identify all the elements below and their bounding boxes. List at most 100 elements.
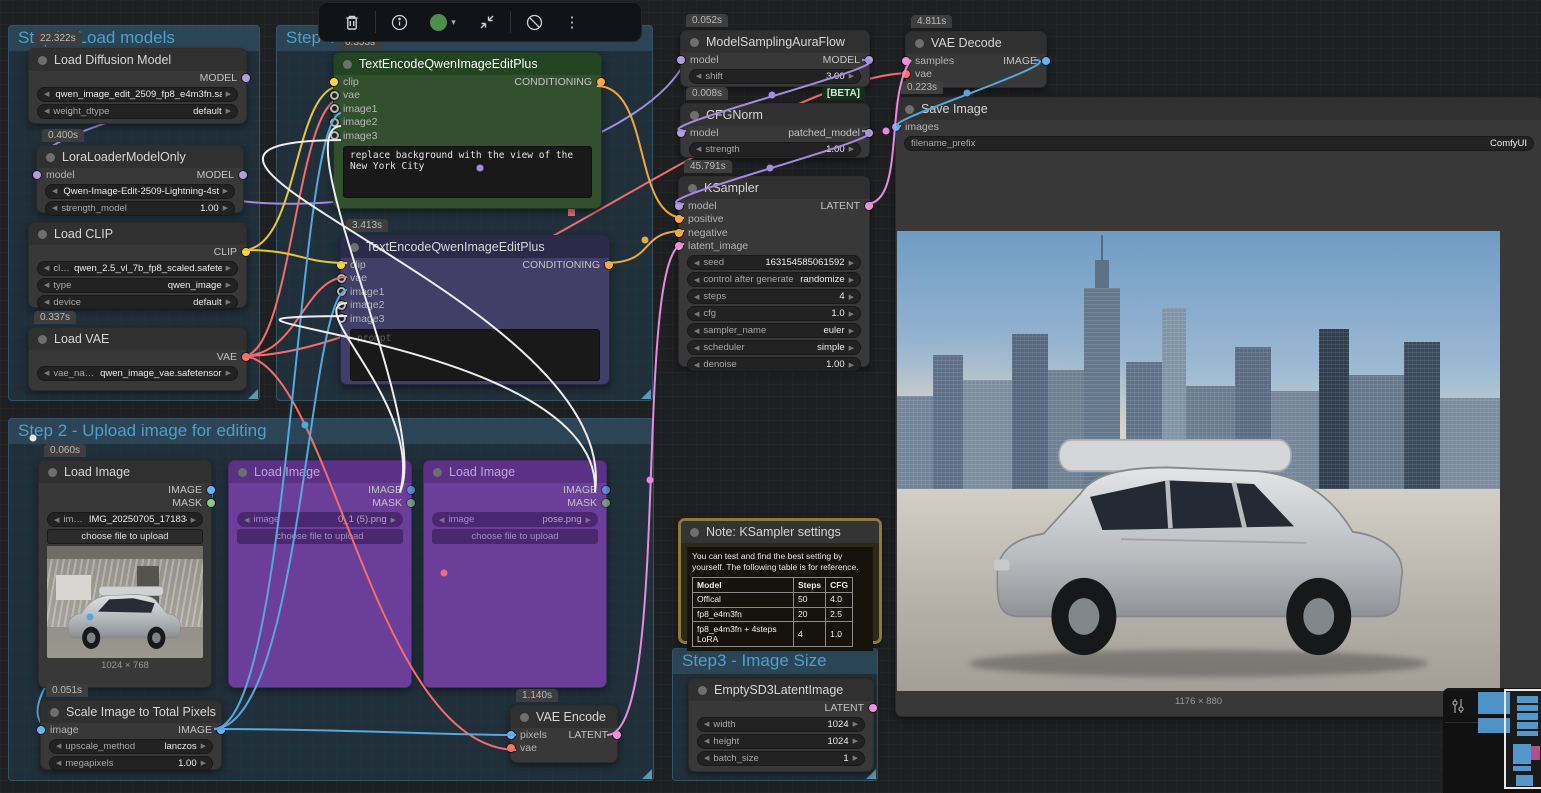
node-title-bar[interactable]: Load CLIP <box>29 223 246 245</box>
control-after-generate-widget[interactable]: ◀control after generaterandomize▶ <box>687 272 861 287</box>
more-options-button[interactable]: ⋮ <box>562 12 582 32</box>
minimap-settings-button[interactable] <box>1451 698 1465 719</box>
next-arrow[interactable]: ▶ <box>223 204 228 212</box>
model-output-port[interactable] <box>865 56 873 64</box>
node-title-bar[interactable]: EmptySD3LatentImage <box>689 679 873 701</box>
prev-arrow[interactable]: ◀ <box>44 107 49 115</box>
collapse-dot-icon[interactable] <box>688 184 697 193</box>
minimap-panel[interactable] <box>1443 688 1541 793</box>
prev-arrow[interactable]: ◀ <box>694 293 699 301</box>
collapse-dot-icon[interactable] <box>433 468 442 477</box>
node-load-diffusion-model[interactable]: 22.322s Load Diffusion Model MODEL ◀qwen… <box>28 48 247 124</box>
prev-arrow[interactable]: ◀ <box>44 369 49 377</box>
collapse-dot-icon[interactable] <box>905 105 914 114</box>
node-title-bar[interactable]: VAE Decode <box>906 32 1046 54</box>
prev-arrow[interactable]: ◀ <box>694 327 699 335</box>
collapse-dot-icon[interactable] <box>690 111 699 120</box>
image2-input-port[interactable] <box>337 301 346 310</box>
image-output-port[interactable] <box>217 726 225 734</box>
node-title-bar[interactable]: Load VAE <box>29 328 246 350</box>
latent-output-port[interactable] <box>613 731 621 739</box>
model-output-port[interactable] <box>239 171 247 179</box>
image-combo[interactable]: ◀image0_1 (5).png▶ <box>237 512 403 527</box>
prev-arrow[interactable]: ◀ <box>704 737 709 745</box>
node-load-image-1[interactable]: 0.060s Load Image IMAGE MASK ◀imageIMG_2… <box>38 460 212 688</box>
prev-arrow[interactable]: ◀ <box>694 259 699 267</box>
prev-arrow[interactable]: ◀ <box>44 281 49 289</box>
weight-dtype-combo[interactable]: ◀weight_dtypedefault▶ <box>37 104 238 119</box>
collapse-dot-icon[interactable] <box>690 38 699 47</box>
prev-arrow[interactable]: ◀ <box>44 264 49 272</box>
latent-output-port[interactable] <box>869 704 877 712</box>
next-arrow[interactable]: ▶ <box>849 361 854 369</box>
collapse-dot-icon[interactable] <box>48 468 57 477</box>
denoise-widget[interactable]: ◀denoise1.00▶ <box>687 357 861 372</box>
node-graph-canvas[interactable]: Step1 - Load models Step 4 Step 2 - Uplo… <box>0 0 1541 793</box>
prompt-textarea[interactable]: prompt <box>350 329 600 381</box>
group-step2-title[interactable]: Step 2 - Upload image for editing <box>9 419 653 444</box>
collapse-dot-icon[interactable] <box>38 230 47 239</box>
node-title-bar[interactable]: Load Image <box>424 461 606 483</box>
image-output-port[interactable] <box>207 486 215 494</box>
model-input-port[interactable] <box>33 171 41 179</box>
vae-input-port[interactable] <box>507 744 515 752</box>
node-title-bar[interactable]: Load Diffusion Model <box>29 49 246 71</box>
megapixels-widget[interactable]: ◀megapixels1.00▶ <box>49 756 213 771</box>
prompt-textarea[interactable]: replace background with the view of the … <box>343 146 592 198</box>
node-lora-loader[interactable]: 0.400s LoraLoaderModelOnly modelMODEL ◀Q… <box>36 145 244 213</box>
vae-input-port[interactable] <box>902 70 910 78</box>
prev-arrow[interactable]: ◀ <box>52 204 57 212</box>
prev-arrow[interactable]: ◀ <box>52 187 57 195</box>
node-scale-image[interactable]: 0.051s Scale Image to Total Pixels image… <box>40 700 222 770</box>
next-arrow[interactable]: ▶ <box>849 145 854 153</box>
next-arrow[interactable]: ▶ <box>849 310 854 318</box>
next-arrow[interactable]: ▶ <box>853 720 858 728</box>
clip-input-port[interactable] <box>330 78 338 86</box>
cfg-widget[interactable]: ◀cfg1.0▶ <box>687 306 861 321</box>
saved-image-preview[interactable] <box>897 231 1500 691</box>
prev-arrow[interactable]: ◀ <box>44 298 49 306</box>
node-title-bar[interactable]: VAE Encode <box>511 706 617 728</box>
unet-name-combo[interactable]: ◀qwen_image_edit_2509_fp8_e4m3fn.safete … <box>37 87 238 102</box>
latent-output-port[interactable] <box>865 202 873 210</box>
image3-input-port[interactable] <box>337 314 346 323</box>
prev-arrow[interactable]: ◀ <box>694 344 699 352</box>
collapse-dot-icon[interactable] <box>38 335 47 344</box>
prev-arrow[interactable]: ◀ <box>696 72 701 80</box>
next-arrow[interactable]: ▶ <box>853 754 858 762</box>
collapse-dot-icon[interactable] <box>915 39 924 48</box>
selection-toolbar[interactable]: ▾ ⋮ <box>318 2 642 42</box>
collapse-dot-icon[interactable] <box>46 153 55 162</box>
node-model-sampling-auraflow[interactable]: 0.052s ModelSamplingAuraFlow modelMODEL … <box>680 30 870 87</box>
image3-input-port[interactable] <box>330 131 339 140</box>
node-load-vae[interactable]: 0.337s Load VAE VAE ◀vae_nameqwen_image_… <box>28 327 247 391</box>
collapse-dot-icon[interactable] <box>50 708 59 717</box>
choose-file-button[interactable]: choose file to upload <box>237 529 403 544</box>
model-input-port[interactable] <box>677 129 685 137</box>
collapse-dot-icon[interactable] <box>350 243 359 252</box>
image-output-port[interactable] <box>1042 57 1050 65</box>
choose-file-button[interactable]: choose file to upload <box>432 529 598 544</box>
collapse-dot-icon[interactable] <box>38 56 47 65</box>
steps-widget[interactable]: ◀steps4▶ <box>687 289 861 304</box>
width-widget[interactable]: ◀width1024▶ <box>697 717 865 732</box>
samples-input-port[interactable] <box>902 57 910 65</box>
collapse-dot-icon[interactable] <box>520 713 529 722</box>
node-note-ksampler-settings[interactable]: Note: KSampler settings You can test and… <box>678 518 882 644</box>
node-title-bar[interactable]: Note: KSampler settings <box>681 521 879 543</box>
node-title-bar[interactable]: ModelSamplingAuraFlow <box>681 31 869 53</box>
image1-input-port[interactable] <box>330 104 339 113</box>
image2-input-port[interactable] <box>330 118 339 127</box>
next-arrow[interactable]: ▶ <box>849 276 854 284</box>
negative-input-port[interactable] <box>675 229 683 237</box>
node-vae-decode[interactable]: 4.811s VAE Decode samplesIMAGE vae <box>905 31 1047 88</box>
lora-name-combo[interactable]: ◀Qwen-Image-Edit-2509-Lightning-4step ..… <box>45 184 235 199</box>
next-arrow[interactable]: ▶ <box>849 72 854 80</box>
collapse-dot-icon[interactable] <box>690 528 699 537</box>
next-arrow[interactable]: ▶ <box>201 759 206 767</box>
conditioning-output-port[interactable] <box>597 78 605 86</box>
vae-input-port[interactable] <box>330 91 339 100</box>
node-title-bar[interactable]: Load Image <box>39 461 211 483</box>
batch-size-widget[interactable]: ◀batch_size1▶ <box>697 751 865 766</box>
collapse-button[interactable] <box>477 12 497 32</box>
